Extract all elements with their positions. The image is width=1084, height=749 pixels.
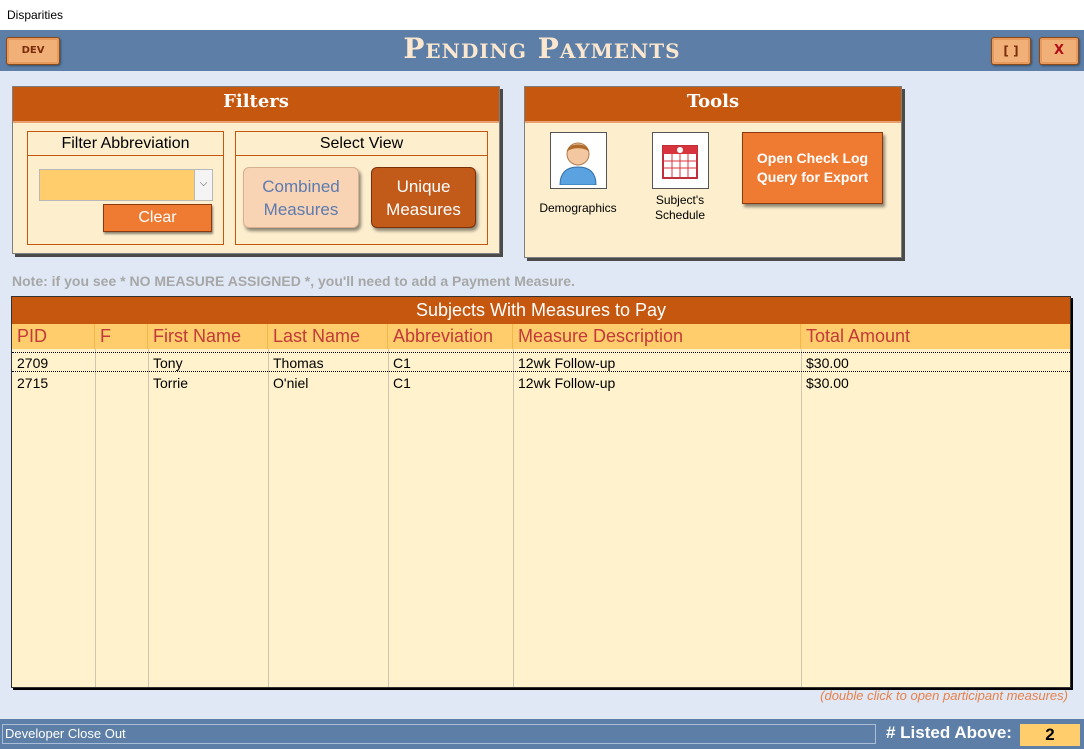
- cell-pid[interactable]: 2709: [12, 353, 48, 373]
- column-header-total-amount[interactable]: Total Amount: [801, 324, 1070, 349]
- schedule-tool[interactable]: Subject's Schedule: [638, 132, 722, 223]
- header-bar: DEV Pending Payments [ ] X: [0, 30, 1084, 71]
- unique-measures-button[interactable]: Unique Measures: [371, 167, 476, 228]
- column-header-pid[interactable]: PID: [12, 324, 95, 349]
- cell-abbreviation[interactable]: C1: [388, 353, 411, 373]
- select-view-title: Select View: [236, 132, 487, 156]
- combined-measures-button[interactable]: Combined Measures: [243, 167, 359, 228]
- column-divider: [388, 349, 389, 687]
- page-title: Pending Payments: [403, 32, 681, 65]
- cell-total-amount[interactable]: $30.00: [801, 353, 849, 373]
- schedule-label: Subject's Schedule: [654, 193, 706, 222]
- demographics-tool[interactable]: Demographics: [535, 132, 621, 216]
- column-header-abbreviation[interactable]: Abbreviation: [388, 324, 513, 349]
- filter-abbreviation-box: Filter Abbreviation ⌵ Clear: [27, 131, 224, 245]
- double-click-hint: (double click to open participant measur…: [820, 688, 1068, 703]
- listed-above-label: # Listed Above:: [886, 723, 1012, 742]
- cell-first-name[interactable]: Torrie: [148, 373, 188, 393]
- cell-measure-description[interactable]: 12wk Follow-up: [513, 373, 615, 393]
- column-header-f[interactable]: F: [95, 324, 148, 349]
- column-header-last-name[interactable]: Last Name: [268, 324, 388, 349]
- column-divider: [148, 349, 149, 687]
- clear-button[interactable]: Clear: [103, 204, 212, 232]
- status-text: Developer Close Out: [2, 724, 876, 744]
- filters-panel: Filters Filter Abbreviation ⌵ Clear Sele…: [12, 86, 500, 254]
- cell-f[interactable]: [95, 373, 100, 393]
- column-divider: [268, 349, 269, 687]
- column-header-first-name[interactable]: First Name: [148, 324, 268, 349]
- cell-total-amount[interactable]: $30.00: [801, 373, 849, 393]
- chevron-down-icon[interactable]: ⌵: [194, 170, 212, 200]
- cell-pid[interactable]: 2715: [12, 373, 48, 393]
- listed-above-count: 2: [1020, 724, 1080, 746]
- person-icon[interactable]: [549, 132, 607, 189]
- abbreviation-combo[interactable]: ⌵: [39, 169, 213, 201]
- column-divider: [513, 349, 514, 687]
- filters-title: Filters: [13, 87, 499, 123]
- cell-abbreviation[interactable]: C1: [388, 373, 411, 393]
- measure-note: Note: if you see * NO MEASURE ASSIGNED *…: [12, 273, 575, 289]
- table-row[interactable]: 2715 Torrie O'niel C1 12wk Follow-up $30…: [12, 373, 1070, 393]
- window-title: Disparities: [0, 0, 1084, 30]
- tools-title: Tools: [525, 87, 901, 123]
- status-bar: Developer Close Out # Listed Above: 2: [0, 719, 1084, 749]
- filter-abbreviation-title: Filter Abbreviation: [28, 132, 223, 156]
- grid-title: Subjects With Measures to Pay: [12, 297, 1070, 324]
- demographics-label: Demographics: [539, 201, 617, 215]
- column-divider: [801, 349, 802, 687]
- cell-last-name[interactable]: O'niel: [268, 373, 308, 393]
- tools-panel: Tools Demographics Subject's Schedule Op…: [524, 86, 902, 258]
- close-button[interactable]: X: [1039, 37, 1079, 65]
- cell-measure-description[interactable]: 12wk Follow-up: [513, 353, 615, 373]
- table-row[interactable]: 2709 Tony Thomas C1 12wk Follow-up $30.0…: [12, 352, 1070, 372]
- calendar-icon[interactable]: [651, 132, 709, 189]
- cell-first-name[interactable]: Tony: [148, 353, 183, 373]
- select-view-box: Select View Combined Measures Unique Mea…: [235, 131, 488, 245]
- column-divider: [95, 349, 96, 687]
- cell-last-name[interactable]: Thomas: [268, 353, 324, 373]
- subjects-grid: Subjects With Measures to Pay PID F Firs…: [11, 296, 1071, 688]
- cell-f[interactable]: [95, 353, 100, 373]
- column-header-measure-description[interactable]: Measure Description: [513, 324, 801, 349]
- open-check-log-button[interactable]: Open Check Log Query for Export: [742, 132, 883, 204]
- maximize-button[interactable]: [ ]: [991, 37, 1031, 65]
- grid-header-row: PID F First Name Last Name Abbreviation …: [12, 324, 1070, 349]
